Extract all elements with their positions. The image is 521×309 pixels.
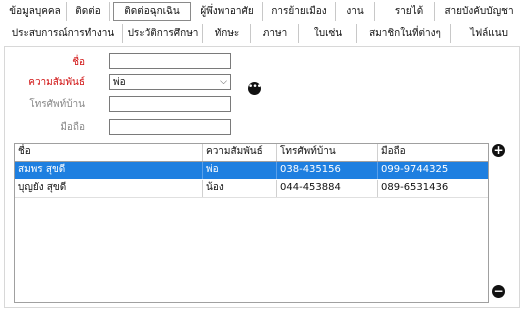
cell-relation: พ่อ [203, 162, 277, 179]
tab-job[interactable]: งาน [336, 2, 375, 21]
tab-skills[interactable]: ทักษะ [204, 24, 251, 43]
table-header-row: ชื่อ ความสัมพันธ์ โทรศัพท์บ้าน มือถือ [15, 144, 488, 162]
home-phone-input[interactable] [109, 96, 231, 112]
chevron-down-icon: ⌵ [220, 77, 227, 87]
tab-contact[interactable]: ติดต่อ [67, 2, 110, 21]
cell-name: สมพร สุขดี [15, 162, 203, 179]
emergency-contacts-table: ชื่อ ความสัมพันธ์ โทรศัพท์บ้าน มือถือ สม… [14, 143, 489, 303]
tab-education[interactable]: ประวัติการศึกษา [124, 24, 203, 43]
tab-strip-top: ข้อมูลบุคคล ติดต่อ ติดต่อฉุกเฉิน ผู้พึ่ง… [0, 2, 521, 23]
mobile-label: มือถือ [60, 122, 85, 133]
column-header-home-phone[interactable]: โทรศัพท์บ้าน [277, 144, 378, 161]
cell-home-phone: 044-453884 [277, 180, 378, 197]
tab-reporting-line[interactable]: สายบังคับบัญชา [437, 2, 521, 21]
add-contact-button[interactable]: + [492, 144, 505, 157]
tab-attachments[interactable]: ไฟล์แนบ [460, 24, 518, 43]
relation-selected-value: พ่อ [113, 76, 126, 88]
remove-contact-button[interactable]: − [492, 285, 505, 298]
tab-relocation[interactable]: การย้ายเมือง [263, 2, 336, 21]
tab-languages[interactable]: ภาษา [252, 24, 299, 43]
more-options-button[interactable]: ••• [248, 82, 262, 95]
cell-mobile: 089-6531436 [381, 182, 449, 193]
tab-license[interactable]: ใบเซ่น [300, 24, 357, 43]
tab-dependents[interactable]: ผู้พึ่งพาอาศัย [192, 2, 263, 21]
relation-label: ความสัมพันธ์ [28, 77, 85, 88]
tab-memberships[interactable]: สมาชิกในที่ต่างๆ [360, 24, 451, 43]
home-phone-label: โทรศัพท์บ้าน [29, 99, 85, 110]
cell-relation: น้อง [203, 180, 277, 197]
mobile-input[interactable] [109, 119, 231, 135]
cell-mobile: 099-9744325 [381, 164, 449, 175]
cell-home-phone: 038-435156 [277, 162, 378, 179]
tab-personal-info[interactable]: ข้อมูลบุคคล [4, 2, 67, 21]
column-header-mobile[interactable]: มือถือ [378, 144, 488, 161]
column-header-name[interactable]: ชื่อ [15, 144, 203, 161]
name-label: ชื่อ [72, 57, 85, 68]
table-row[interactable]: บุญยัง สุขดี น้อง 044-453884 089-6531436 [15, 180, 488, 198]
emergency-contact-panel: ชื่อ ความสัมพันธ์ พ่อ ⌵ ••• โทรศัพท์บ้าน… [4, 46, 520, 308]
table-row[interactable]: สมพร สุขดี พ่อ 038-435156 099-9744325 [15, 162, 488, 179]
tab-strip-bottom: ประสบการณ์การทำงาน ประวัติการศึกษา ทักษะ… [0, 24, 521, 45]
tab-income[interactable]: รายได้ [384, 2, 435, 21]
cell-name: บุญยัง สุขดี [15, 180, 203, 197]
relation-select[interactable]: พ่อ ⌵ [109, 74, 231, 90]
tab-emergency-contact[interactable]: ติดต่อฉุกเฉิน [113, 2, 191, 21]
column-header-relation[interactable]: ความสัมพันธ์ [203, 144, 277, 161]
tab-work-experience[interactable]: ประสบการณ์การทำงาน [4, 24, 123, 43]
name-input[interactable] [109, 53, 231, 69]
